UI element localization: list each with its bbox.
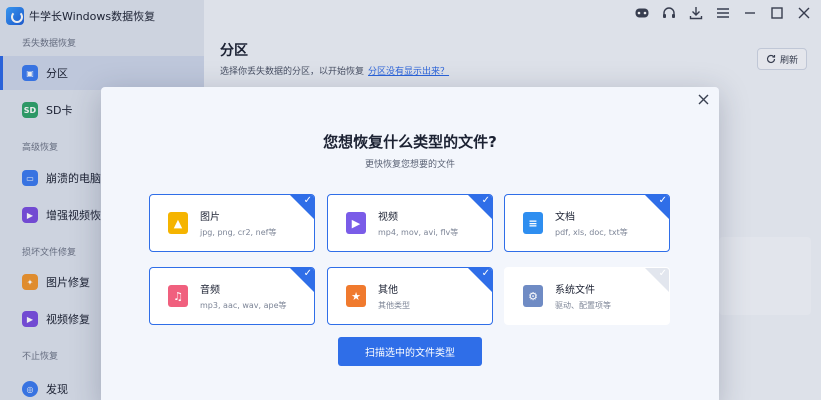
file-type-name: 音频 bbox=[200, 285, 220, 296]
video-icon: ▶ bbox=[346, 212, 366, 234]
file-type-desc: pdf, xls, doc, txt等 bbox=[555, 228, 628, 237]
file-type-name: 视频 bbox=[378, 212, 398, 223]
star-icon: ★ bbox=[346, 285, 366, 307]
file-type-card-image[interactable]: ▲ 图片 jpg, png, cr2, nef等 ✓ bbox=[149, 194, 315, 252]
document-icon: ≡ bbox=[523, 212, 543, 234]
file-type-name: 其他 bbox=[378, 285, 398, 296]
file-type-card-video[interactable]: ▶ 视频 mp4, mov, avi, flv等 ✓ bbox=[327, 194, 493, 252]
check-icon: ✓ bbox=[658, 268, 667, 279]
check-icon: ✓ bbox=[303, 195, 312, 206]
file-type-card-audio[interactable]: ♫ 音频 mp3, aac, wav, ape等 ✓ bbox=[149, 267, 315, 325]
check-icon: ✓ bbox=[481, 195, 490, 206]
file-type-name: 文档 bbox=[555, 212, 575, 223]
music-icon: ♫ bbox=[168, 285, 188, 307]
scan-selected-types-button[interactable]: 扫描选中的文件类型 bbox=[338, 337, 482, 366]
file-type-desc: 驱动、配置项等 bbox=[555, 301, 611, 310]
close-icon[interactable] bbox=[695, 91, 711, 107]
image-icon: ▲ bbox=[168, 212, 188, 234]
check-icon: ✓ bbox=[303, 268, 312, 279]
file-type-desc: mp3, aac, wav, ape等 bbox=[200, 301, 287, 310]
file-type-desc: mp4, mov, avi, flv等 bbox=[378, 228, 459, 237]
file-type-card-document[interactable]: ≡ 文档 pdf, xls, doc, txt等 ✓ bbox=[504, 194, 670, 252]
file-type-modal: 您想恢复什么类型的文件? 更快恢复您想要的文件 ▲ 图片 jpg, png, c… bbox=[101, 87, 719, 400]
system-gear-icon: ⚙ bbox=[523, 285, 543, 307]
check-icon: ✓ bbox=[658, 195, 667, 206]
check-icon: ✓ bbox=[481, 268, 490, 279]
modal-title: 您想恢复什么类型的文件? bbox=[323, 133, 497, 151]
file-type-name: 图片 bbox=[200, 212, 220, 223]
file-type-desc: jpg, png, cr2, nef等 bbox=[200, 228, 277, 237]
file-type-desc: 其他类型 bbox=[378, 301, 410, 310]
file-type-card-other[interactable]: ★ 其他 其他类型 ✓ bbox=[327, 267, 493, 325]
modal-subtitle: 更快恢复您想要的文件 bbox=[364, 160, 455, 170]
file-type-name: 系统文件 bbox=[555, 285, 595, 296]
file-type-card-system[interactable]: ⚙ 系统文件 驱动、配置项等 ✓ bbox=[504, 267, 670, 325]
